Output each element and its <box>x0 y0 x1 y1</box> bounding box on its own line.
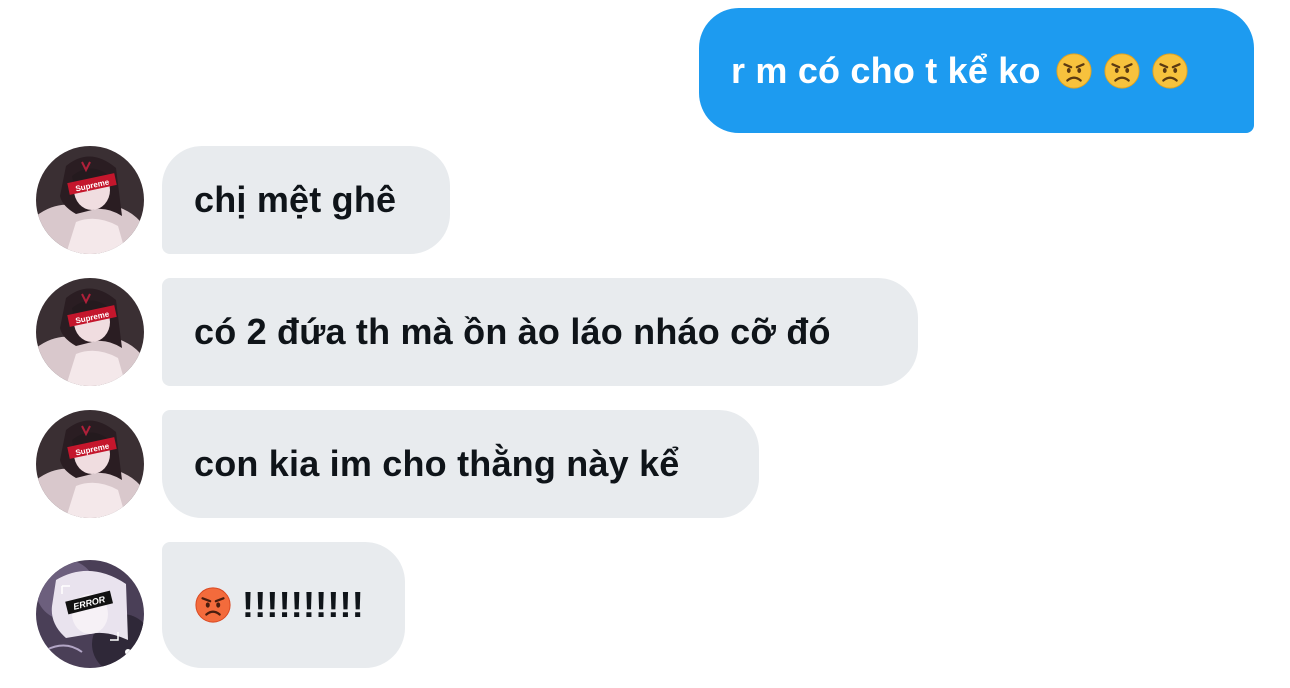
message-text: con kia im cho thằng này kể <box>194 443 680 484</box>
supreme-girl-avatar-image: Supreme <box>36 146 144 254</box>
error-girl-avatar-image: ERROR <box>36 560 144 668</box>
avatar[interactable]: ERROR <box>36 560 144 668</box>
message-text: r m có cho t kể ko <box>731 49 1041 91</box>
message-text: !!!!!!!!!! <box>242 584 364 625</box>
supreme-girl-avatar-image: Supreme <box>36 278 144 386</box>
chat-thread: r m có cho t kể ko Supreme chị mệt ghê S… <box>0 0 1290 688</box>
pouting-face-icon <box>195 587 231 623</box>
message-text: chị mệt ghê <box>194 179 397 220</box>
message-bubble-incoming[interactable]: chị mệt ghê <box>162 146 450 254</box>
message-text: có 2 đứa th mà ồn ào láo nháo cỡ đó <box>194 311 831 352</box>
message-bubble-incoming[interactable]: con kia im cho thằng này kể <box>162 410 759 518</box>
message-bubble-outgoing[interactable]: r m có cho t kể ko <box>699 8 1254 133</box>
angry-face-icon <box>1152 52 1188 89</box>
avatar[interactable]: Supreme <box>36 278 144 386</box>
message-bubble-incoming[interactable]: !!!!!!!!!! <box>162 542 405 668</box>
supreme-girl-avatar-image: Supreme <box>36 410 144 518</box>
angry-face-icon <box>1104 52 1140 89</box>
angry-face-icon <box>1056 52 1092 89</box>
avatar[interactable]: Supreme <box>36 146 144 254</box>
avatar[interactable]: Supreme <box>36 410 144 518</box>
message-bubble-incoming[interactable]: có 2 đứa th mà ồn ào láo nháo cỡ đó <box>162 278 918 386</box>
